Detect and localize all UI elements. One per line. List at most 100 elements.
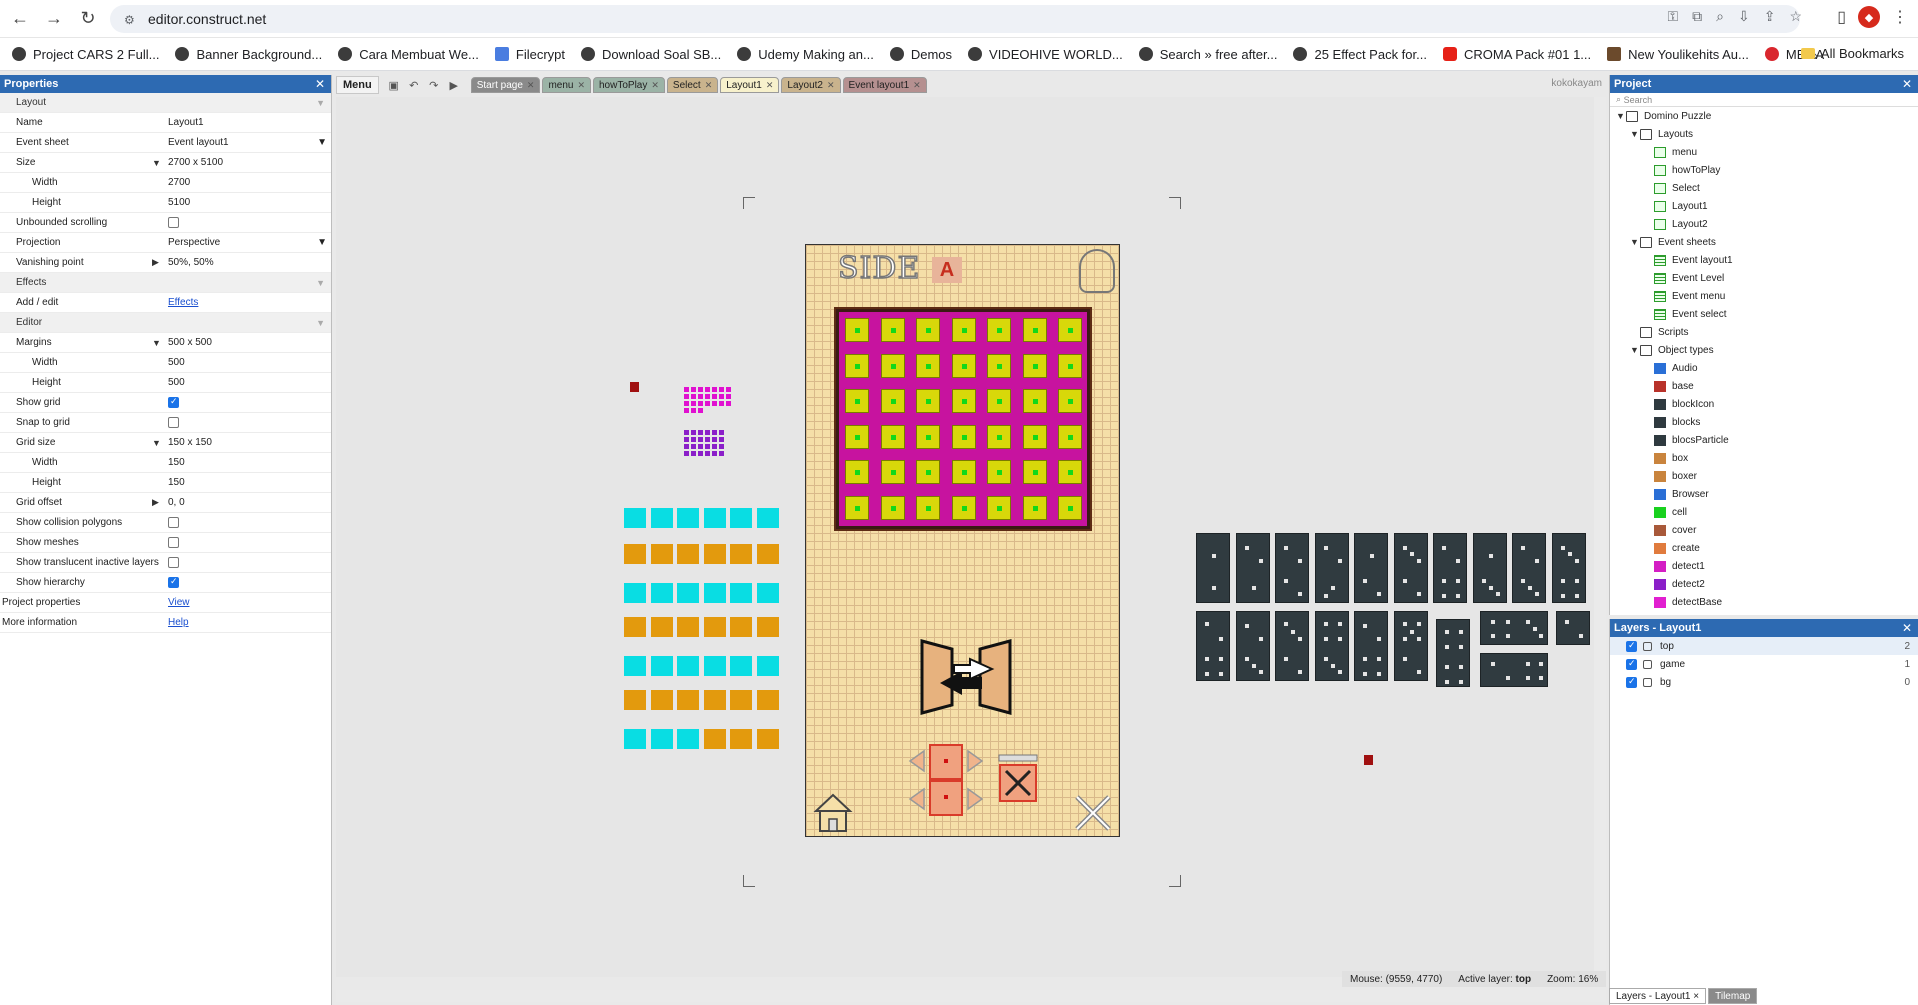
menu-button[interactable]: Menu — [336, 76, 379, 94]
expand-icon[interactable]: ▼ — [1630, 345, 1640, 355]
property-link[interactable]: Help — [168, 617, 189, 628]
domino-tile[interactable] — [1354, 611, 1388, 681]
home-icon[interactable] — [812, 791, 854, 833]
property-value[interactable] — [166, 517, 331, 528]
puzzle-board[interactable] — [836, 309, 1090, 529]
property-row[interactable]: Show hierarchy — [0, 573, 331, 593]
board-cell[interactable] — [845, 353, 869, 378]
domino-tile[interactable] — [1196, 533, 1230, 603]
board-cell[interactable] — [1022, 424, 1047, 449]
bookmark-item[interactable]: New Youlikehits Au... — [1607, 47, 1749, 62]
bottle-icon[interactable] — [1079, 249, 1115, 293]
quit-icon[interactable] — [1073, 793, 1113, 833]
detect-tile[interactable] — [712, 401, 717, 406]
tree-item-boxer[interactable]: boxer — [1610, 467, 1918, 485]
bookmark-item[interactable]: Udemy Making an... — [737, 47, 874, 62]
tab-menu[interactable]: menu ✕ — [542, 77, 591, 93]
zoom-icon[interactable]: ⌕ — [1716, 8, 1724, 25]
close-icon[interactable]: × — [1693, 991, 1699, 1002]
layout-canvas[interactable]: SIDE A — [336, 97, 1606, 977]
board-cell[interactable] — [1058, 495, 1082, 520]
detect-tile[interactable] — [719, 430, 724, 435]
detect-tile[interactable] — [684, 444, 689, 449]
domino-tile[interactable] — [1314, 611, 1349, 681]
bookmark-item[interactable]: Demos — [889, 47, 952, 62]
box-tile[interactable] — [703, 544, 726, 564]
collapse-icon[interactable]: ▼ — [316, 98, 325, 108]
detect-tile[interactable] — [684, 387, 689, 392]
board-cell[interactable] — [951, 460, 976, 484]
domino-tile[interactable] — [1551, 533, 1586, 603]
domino-tile[interactable] — [1275, 611, 1309, 681]
detect-tile[interactable] — [691, 444, 696, 449]
expand-icon[interactable]: ▼ — [152, 338, 161, 348]
board-cell[interactable] — [987, 353, 1011, 378]
tree-item-layout1[interactable]: Layout1 — [1610, 197, 1918, 215]
cell-tile[interactable] — [756, 508, 779, 528]
close-icon[interactable]: ✕ — [1902, 621, 1912, 635]
domino-tile[interactable] — [1354, 533, 1388, 603]
box-tile[interactable] — [730, 690, 752, 710]
board-cell[interactable] — [987, 389, 1011, 413]
domino-tile[interactable] — [1235, 611, 1270, 681]
checkbox[interactable] — [168, 217, 179, 228]
detect-tile[interactable] — [705, 444, 710, 449]
detect-tile[interactable] — [691, 408, 696, 413]
domino-tile[interactable] — [1436, 619, 1470, 687]
expand-icon[interactable]: ▼ — [152, 158, 161, 168]
checkbox[interactable] — [168, 557, 179, 568]
board-cell[interactable] — [951, 389, 976, 413]
tree-item-blockicon[interactable]: blockIcon — [1610, 395, 1918, 413]
menu-dots-icon[interactable]: ⋮ — [1892, 7, 1908, 27]
property-row[interactable]: Height 5100 — [0, 193, 331, 213]
cell-tile[interactable] — [650, 729, 673, 749]
property-row[interactable]: Show translucent inactive layers — [0, 553, 331, 573]
board-cell[interactable] — [987, 424, 1011, 449]
property-row[interactable]: Size ▼ 2700 x 5100 — [0, 153, 331, 173]
board-cell[interactable] — [987, 460, 1011, 484]
domino-tile[interactable] — [1196, 611, 1230, 681]
cell-tile[interactable] — [756, 656, 779, 676]
tree-item-scripts[interactable]: Scripts — [1610, 323, 1918, 341]
domino-tile[interactable] — [1556, 611, 1590, 645]
bookmark-item[interactable]: Filecrypt — [494, 47, 565, 62]
tab-select[interactable]: Select ✕ — [666, 77, 719, 93]
site-info-icon[interactable]: ⚙ — [124, 13, 136, 27]
expand-icon[interactable]: ▼ — [152, 438, 161, 448]
board-cell[interactable] — [1058, 353, 1082, 378]
tree-item-audio[interactable]: Audio — [1610, 359, 1918, 377]
box-tile[interactable] — [756, 617, 779, 637]
board-cell[interactable] — [880, 424, 905, 449]
tree-item-blocsparticle[interactable]: blocsParticle — [1610, 431, 1918, 449]
cell-tile[interactable] — [677, 729, 699, 749]
detect-tile[interactable] — [684, 394, 689, 399]
cell-tile[interactable] — [730, 508, 752, 528]
board-cell[interactable] — [1022, 389, 1047, 413]
board-cell[interactable] — [916, 424, 940, 449]
tree-item-base[interactable]: base — [1610, 377, 1918, 395]
tree-item-layouts[interactable]: ▼ Layouts — [1610, 125, 1918, 143]
tree-item-create[interactable]: create — [1610, 539, 1918, 557]
bookmark-item[interactable]: Cara Membuat We... — [338, 47, 479, 62]
bookmark-item[interactable]: 25 Effect Pack for... — [1293, 47, 1427, 62]
open-external-icon[interactable]: ⧉ — [1692, 8, 1702, 25]
property-value[interactable]: View — [166, 597, 331, 608]
tree-item-domino-puzzle[interactable]: ▼ Domino Puzzle — [1610, 107, 1918, 125]
tree-item-browser[interactable]: Browser — [1610, 485, 1918, 503]
detect-tile[interactable] — [719, 451, 724, 456]
layer-row-bg[interactable]: bg 0 — [1610, 673, 1918, 691]
back-icon[interactable]: ← — [6, 5, 34, 33]
detect-tile[interactable] — [726, 387, 731, 392]
detect-tile[interactable] — [719, 437, 724, 442]
expand-icon[interactable]: ▶ — [152, 257, 159, 268]
expand-icon[interactable]: ▼ — [1616, 111, 1626, 121]
domino-tile[interactable] — [1480, 611, 1548, 645]
box-tile[interactable] — [703, 690, 726, 710]
domino-tile[interactable] — [1480, 653, 1548, 687]
detect-tile[interactable] — [705, 401, 710, 406]
detect-tile[interactable] — [684, 430, 689, 435]
key-icon[interactable]: ⚿ — [1667, 8, 1678, 25]
install-icon[interactable]: ⇩ — [1738, 8, 1750, 25]
property-row[interactable]: Show grid — [0, 393, 331, 413]
tab-layout2[interactable]: Layout2 ✕ — [781, 77, 841, 93]
